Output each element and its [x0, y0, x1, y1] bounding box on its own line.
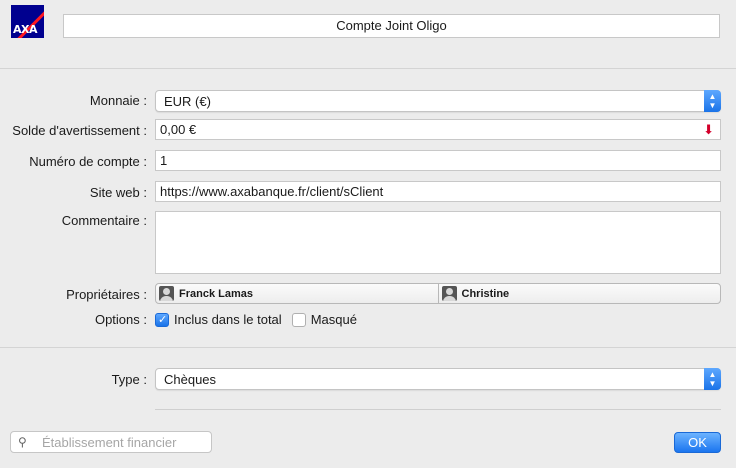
owner-franck[interactable]: Franck Lamas [156, 284, 438, 303]
axa-logo: AXA [11, 5, 44, 38]
account-name-field[interactable]: Compte Joint Oligo [63, 14, 720, 38]
owner-name: Franck Lamas [179, 287, 253, 300]
logo-text: AXA [13, 23, 38, 36]
avatar [159, 286, 174, 301]
included-label[interactable]: Inclus dans le total [174, 312, 282, 327]
popup-stepper-icon: ▲ ▼ [704, 368, 721, 390]
warning-balance-value: 0,00 € [160, 122, 197, 137]
owners-label: Propriétaires : [66, 287, 147, 302]
website-value: https://www.axabanque.fr/client/sClient [160, 184, 384, 199]
divider-top [0, 68, 736, 69]
hidden-label[interactable]: Masqué [311, 312, 357, 327]
included-checkbox[interactable] [155, 312, 169, 327]
currency-value: EUR (€) [164, 94, 211, 109]
website-field[interactable]: https://www.axabanque.fr/client/sClient [155, 181, 721, 202]
hidden-checkbox[interactable] [291, 312, 306, 327]
account-number-label: Numéro de compte : [29, 154, 147, 169]
website-label: Site web : [89, 185, 147, 200]
account-number-field[interactable]: 1 [155, 150, 721, 171]
comment-label: Commentaire : [61, 213, 147, 228]
ok-button[interactable]: OK [674, 432, 721, 453]
owners-segmented-control: Franck Lamas Christine [155, 283, 721, 304]
warning-balance-field[interactable]: 0,00 € ⬇ [155, 119, 721, 140]
down-arrow-icon[interactable]: ⬇ [703, 122, 714, 138]
type-value: Chèques [164, 372, 217, 387]
search-placeholder: Établissement financier [42, 435, 177, 450]
comment-textarea[interactable] [155, 211, 721, 274]
options-group: Inclus dans le total Masqué [155, 312, 367, 327]
currency-popup[interactable]: EUR (€) ▲ ▼ [155, 90, 721, 112]
owner-name: Christine [461, 287, 510, 300]
divider-type [155, 409, 721, 410]
avatar [441, 286, 457, 301]
account-number-value: 1 [160, 153, 168, 168]
options-label: Options : [94, 312, 147, 327]
type-label: Type : [111, 372, 147, 387]
currency-label: Monnaie : [89, 93, 147, 108]
divider-middle [0, 347, 736, 348]
type-popup[interactable]: Chèques ▲ ▼ [155, 368, 721, 390]
popup-stepper-icon: ▲ ▼ [704, 90, 721, 112]
institution-search-field[interactable]: ⚲ Établissement financier [10, 431, 212, 453]
warning-balance-label: Solde d'avertissement : [12, 123, 147, 138]
search-icon: ⚲ [18, 435, 27, 449]
owner-christine[interactable]: Christine [437, 284, 721, 303]
